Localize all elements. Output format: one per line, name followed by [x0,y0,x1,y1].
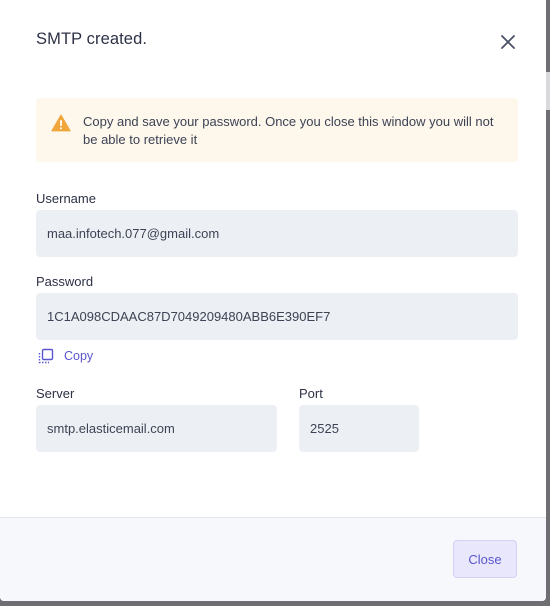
server-label: Server [36,386,75,401]
alert-message: Copy and save your password. Once you cl… [83,114,494,147]
copy-icon [38,348,54,364]
copy-password-button[interactable]: Copy [38,347,93,365]
backdrop [546,72,550,110]
username-field[interactable]: maa.infotech.077@gmail.com [36,210,518,257]
port-label: Port [299,386,323,401]
password-label: Password [36,274,94,289]
dialog-title: SMTP created. [36,30,148,48]
server-field[interactable]: smtp.elasticemail.com [36,405,277,452]
password-warning-alert: Copy and save your password. Once you cl… [36,98,518,162]
username-label: Username [36,191,96,206]
port-field[interactable]: 2525 [299,405,419,452]
dialog-footer: Close [0,517,546,601]
copy-label: Copy [64,349,94,363]
warning-icon [51,114,71,132]
smtp-created-dialog: SMTP created. Copy and save your passwor… [0,0,546,601]
close-button[interactable]: Close [453,540,517,578]
close-icon[interactable] [497,31,519,53]
password-field[interactable]: 1C1A098CDAAC87D7049209480ABB6E390EF7 [36,293,518,340]
